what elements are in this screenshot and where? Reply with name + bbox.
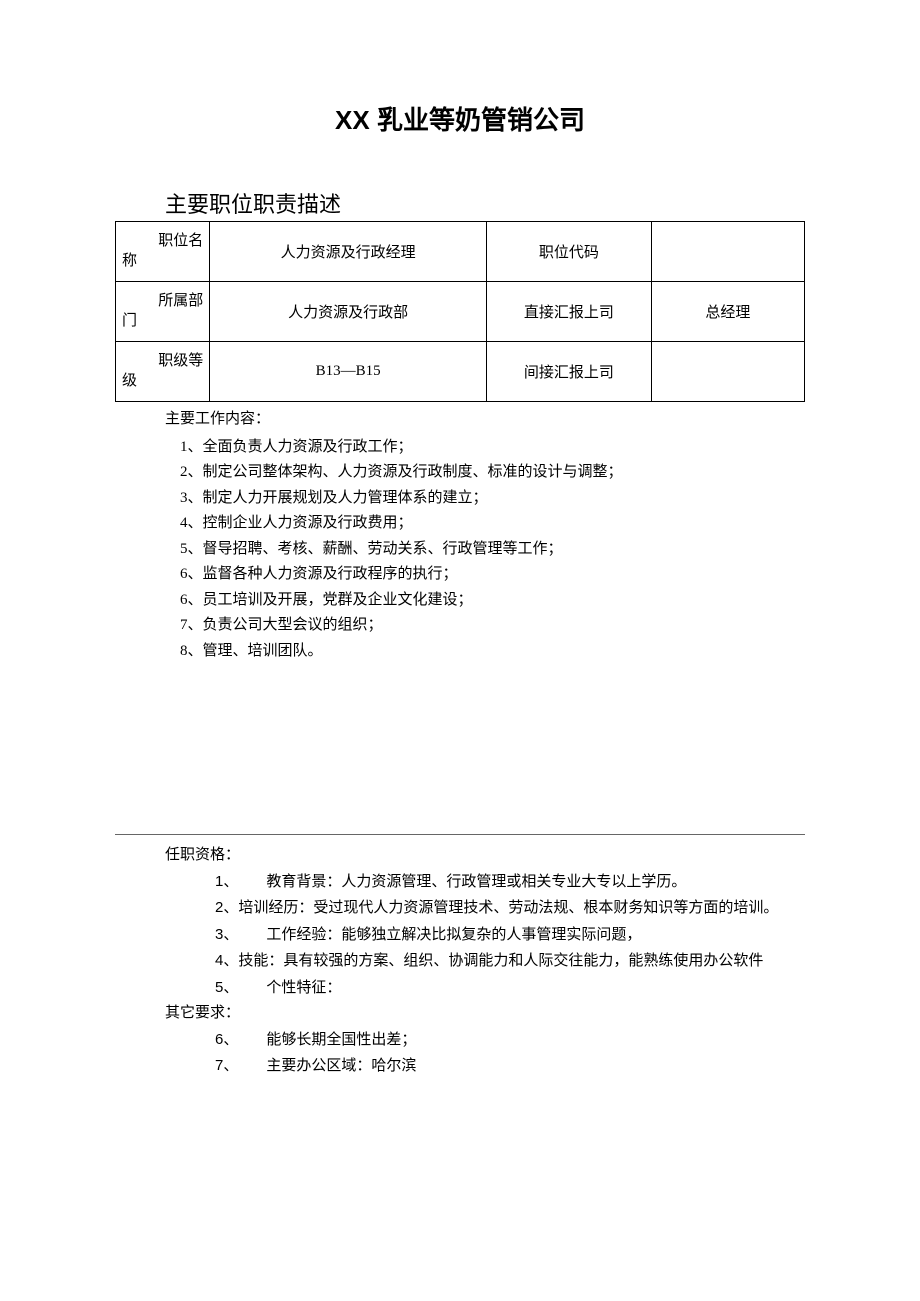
list-item: 4、技能：具有较强的方案、组织、协调能力和人际交往能力，能熟练使用办公软件: [215, 948, 805, 975]
work-content-header: 主要工作内容：: [165, 407, 805, 433]
section-divider: [115, 834, 805, 835]
position-code-label: 职位代码: [486, 222, 651, 282]
direct-report-value: 总经理: [651, 282, 804, 342]
other-requirements-list: 6、能够长期全国性出差； 7、主要办公区域：哈尔滨: [215, 1027, 805, 1080]
work-content-list: 1、全面负责人力资源及行政工作； 2、制定公司整体架构、人力资源及行政制度、标准…: [180, 435, 805, 665]
list-item: 7、主要办公区域：哈尔滨: [215, 1053, 805, 1080]
document-subtitle: 主要职位职责描述: [165, 187, 805, 219]
list-item: 5、个性特征：: [215, 975, 805, 1002]
position-name-label-top: 职位名: [120, 232, 205, 252]
list-item: 6、员工培训及开展，党群及企业文化建设；: [180, 588, 805, 614]
department-label-top: 所属部: [120, 292, 205, 312]
list-item: 2、制定公司整体架构、人力资源及行政制度、标准的设计与调整；: [180, 460, 805, 486]
list-item: 7、负责公司大型会议的组织；: [180, 613, 805, 639]
list-item: 6、能够长期全国性出差；: [215, 1027, 805, 1054]
qualifications-list: 1、教育背景：人力资源管理、行政管理或相关专业大专以上学历。 2、培训经历：受过…: [215, 869, 805, 1002]
position-code-value: [651, 222, 804, 282]
table-row: 职位名 称 人力资源及行政经理 职位代码: [116, 222, 805, 282]
list-item: 5、督导招聘、考核、薪酬、劳动关系、行政管理等工作；: [180, 537, 805, 563]
list-item: 1、全面负责人力资源及行政工作；: [180, 435, 805, 461]
direct-report-label: 直接汇报上司: [486, 282, 651, 342]
department-value: 人力资源及行政部: [210, 282, 487, 342]
position-name-value: 人力资源及行政经理: [210, 222, 487, 282]
position-name-label-bottom: 称: [120, 252, 205, 272]
rank-value: B13—B15: [210, 342, 487, 402]
list-item: 3、制定人力开展规划及人力管理体系的建立；: [180, 486, 805, 512]
indirect-report-label: 间接汇报上司: [486, 342, 651, 402]
rank-label-bottom: 级: [120, 372, 205, 392]
rank-label-top: 职级等: [120, 352, 205, 372]
qualifications-header: 任职资格：: [165, 843, 805, 869]
indirect-report-value: [651, 342, 804, 402]
list-item: 3、工作经验：能够独立解决比拟复杂的人事管理实际问题，: [215, 922, 805, 949]
list-item: 6、监督各种人力资源及行政程序的执行；: [180, 562, 805, 588]
list-item: 8、管理、培训团队。: [180, 639, 805, 665]
list-item: 1、教育背景：人力资源管理、行政管理或相关专业大专以上学历。: [215, 869, 805, 896]
department-label-bottom: 门: [120, 312, 205, 332]
table-row: 所属部 门 人力资源及行政部 直接汇报上司 总经理: [116, 282, 805, 342]
table-row: 职级等 级 B13—B15 间接汇报上司: [116, 342, 805, 402]
document-title: XX 乳业等奶管销公司: [115, 100, 805, 137]
list-item: 2、培训经历：受过现代人力资源管理技术、劳动法规、根本财务知识等方面的培训。: [215, 895, 805, 922]
position-info-table: 职位名 称 人力资源及行政经理 职位代码 所属部 门 人力资源及行政部 直接汇报…: [115, 221, 805, 402]
other-requirements-header: 其它要求：: [165, 1001, 805, 1027]
list-item: 4、控制企业人力资源及行政费用；: [180, 511, 805, 537]
